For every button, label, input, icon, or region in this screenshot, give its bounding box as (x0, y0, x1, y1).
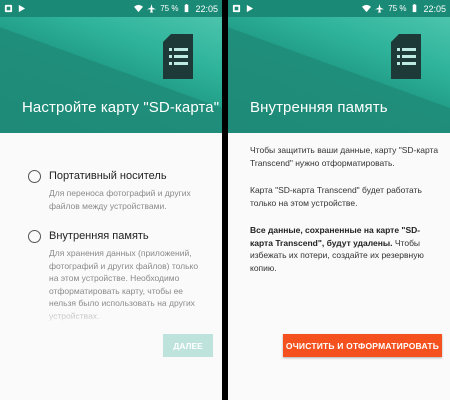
wifi-icon (362, 4, 372, 13)
page-title: Внутренняя память (250, 99, 388, 116)
page-title: Настройте карту "SD-карта" (22, 99, 220, 116)
info-paragraph-2: Карта "SD-карта Transcend" будет работат… (250, 185, 422, 208)
airplane-icon (375, 4, 385, 13)
clock: 22:05 (423, 3, 446, 14)
options-panel: Портативный носитель Для переноса фотогр… (0, 133, 222, 400)
battery-text: 75 % (388, 4, 407, 13)
play-icon (246, 4, 254, 13)
option-internal-label: Внутренняя память (49, 230, 149, 242)
radio-portable[interactable] (28, 170, 41, 183)
erase-and-format-button[interactable]: ОЧИСТИТЬ И ОТФОРМАТИРОВАТЬ (283, 334, 442, 357)
sd-card-icon (163, 34, 193, 79)
option-portable-label: Портативный носитель (49, 170, 167, 182)
notification-icon (4, 4, 13, 13)
radio-internal[interactable] (28, 230, 41, 243)
play-icon (18, 4, 26, 13)
airplane-icon (147, 4, 157, 13)
battery-icon (413, 4, 417, 13)
next-button[interactable]: ДАЛЕЕ (163, 334, 213, 357)
sd-card-icon (391, 34, 421, 79)
internal-memory-screen: 75 % 22:05 Внутренняя память Чтобы защит… (228, 0, 450, 400)
setup-screen: 75 % 22:05 Настройте карту "SD-карта" По… (0, 0, 222, 400)
battery-icon (185, 4, 189, 13)
status-bar: 75 % 22:05 (0, 0, 222, 17)
option-portable[interactable]: Портативный носитель Для переноса фотогр… (28, 169, 204, 212)
info-panel: Чтобы защитить ваши данные, карту "SD-ка… (228, 133, 450, 400)
wifi-icon (134, 4, 144, 13)
option-portable-description: Для переноса фотографий и других файлов … (49, 188, 191, 211)
header: Внутренняя память (228, 17, 450, 133)
clock: 22:05 (195, 3, 218, 14)
info-paragraph-1: Чтобы защитить ваши данные, карту "SD-ка… (250, 145, 439, 168)
battery-text: 75 % (160, 4, 179, 13)
fade-overlay (0, 304, 222, 326)
notification-icon (232, 4, 241, 13)
info-paragraph-3: Все данные, сохраненные на карте "SD-кар… (250, 224, 440, 274)
status-bar: 75 % 22:05 (228, 0, 450, 17)
header: Настройте карту "SD-карта" (0, 17, 222, 133)
